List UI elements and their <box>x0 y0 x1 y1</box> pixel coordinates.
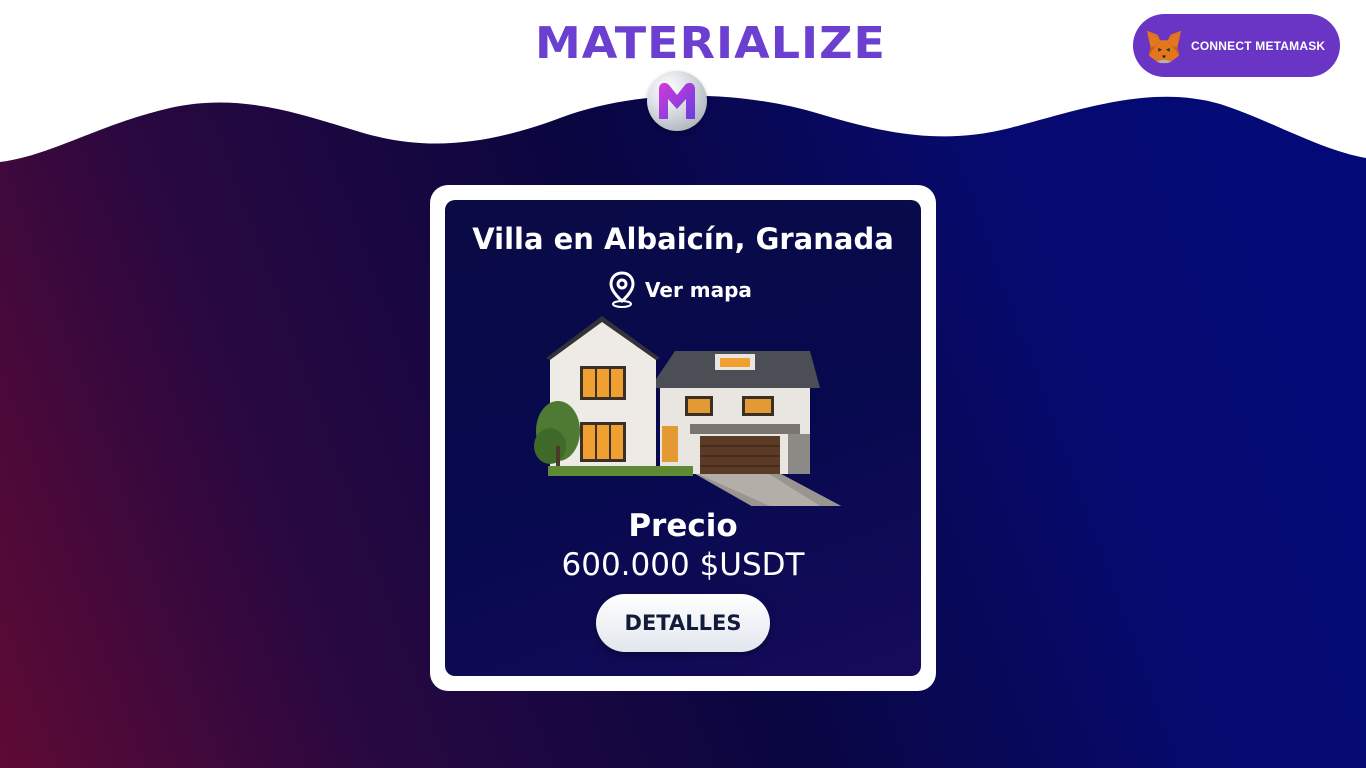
brand-title: MATERIALIZE <box>535 17 886 69</box>
price-label: Precio <box>628 508 738 544</box>
connect-metamask-label: CONNECT METAMASK <box>1191 38 1326 53</box>
m-logo-icon[interactable] <box>647 71 707 131</box>
price-value: 600.000 $USDT <box>561 547 805 583</box>
connect-metamask-button[interactable]: CONNECT METAMASK <box>1133 14 1340 77</box>
house-image <box>534 316 842 506</box>
details-button[interactable]: DETALLES <box>596 594 770 652</box>
property-card-frame: Villa en Albaicín, Granada Ver mapa Prec… <box>430 185 936 691</box>
view-map-label: Ver mapa <box>645 278 752 302</box>
location-pin-icon <box>609 271 635 308</box>
m-logo-glyph <box>659 82 695 119</box>
metamask-fox-icon <box>1146 30 1182 63</box>
property-card: Villa en Albaicín, Granada Ver mapa Prec… <box>445 200 921 676</box>
property-title: Villa en Albaicín, Granada <box>472 222 894 256</box>
view-map-link[interactable]: Ver mapa <box>609 270 752 310</box>
